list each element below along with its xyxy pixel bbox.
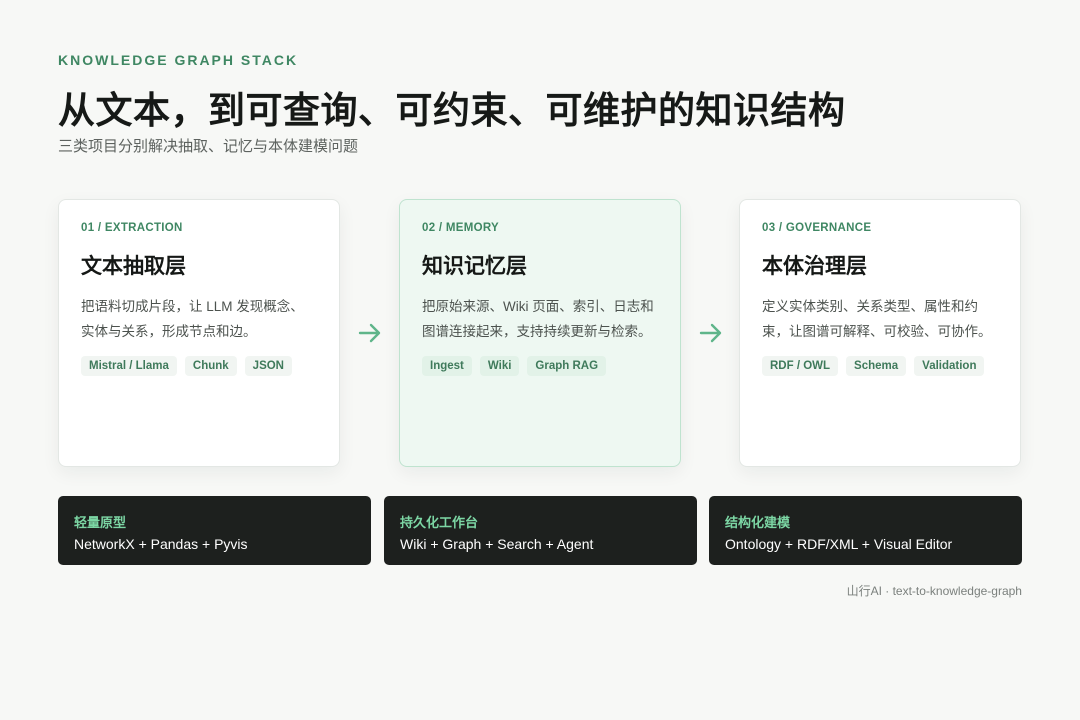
- tag: RDF / OWL: [762, 356, 839, 376]
- card-kicker: 01 / EXTRACTION: [81, 222, 183, 234]
- card-kicker: 03 / GOVERNANCE: [762, 222, 872, 234]
- tag: Mistral / Llama: [81, 356, 177, 376]
- page-subtitle: 三类项目分别解决抽取、记忆与本体建模问题: [58, 138, 359, 155]
- card-title: 文本抽取层: [81, 255, 186, 278]
- tag: Chunk: [184, 356, 237, 376]
- tag-list: Mistral / Llama Chunk JSON: [81, 356, 317, 376]
- card-memory: 02 / MEMORY 知识记忆层 把原始来源、Wiki 页面、索引、日志和图谱…: [399, 199, 681, 467]
- card-description: 把语料切成片段，让 LLM 发现概念、实体与关系，形成节点和边。: [81, 299, 304, 339]
- card-description: 把原始来源、Wiki 页面、索引、日志和图谱连接起来，支持持续更新与检索。: [422, 299, 654, 339]
- stack-bar-prototype: 轻量原型 NetworkX + Pandas + Pyvis: [58, 496, 371, 565]
- card-extraction: 01 / EXTRACTION 文本抽取层 把语料切成片段，让 LLM 发现概念…: [58, 199, 340, 467]
- bar-title: 轻量原型: [74, 515, 127, 530]
- footer-credit: 山行AI · text-to-knowledge-graph: [846, 584, 1022, 598]
- tag: JSON: [244, 356, 292, 376]
- tag: Schema: [846, 356, 907, 376]
- tag: Ingest: [422, 356, 472, 376]
- stack-bar-modeling: 结构化建模 Ontology + RDF/XML + Visual Editor: [709, 496, 1022, 565]
- bar-text: Ontology + RDF/XML + Visual Editor: [725, 536, 953, 552]
- tag: Graph RAG: [527, 356, 607, 376]
- arrow-right-icon: [358, 323, 381, 343]
- card-governance: 03 / GOVERNANCE 本体治理层 定义实体类别、关系类型、属性和约束，…: [739, 199, 1021, 467]
- tag: Validation: [914, 356, 985, 376]
- bar-text: Wiki + Graph + Search + Agent: [400, 536, 594, 552]
- card-title: 本体治理层: [762, 255, 867, 278]
- bar-title: 持久化工作台: [400, 515, 479, 530]
- tag-list: RDF / OWL Schema Validation: [762, 356, 998, 376]
- bar-text: NetworkX + Pandas + Pyvis: [74, 536, 248, 552]
- bar-title: 结构化建模: [725, 515, 791, 530]
- card-title: 知识记忆层: [422, 255, 527, 278]
- arrow-right-icon: [699, 323, 722, 343]
- tag-list: Ingest Wiki Graph RAG: [422, 356, 658, 376]
- tag: Wiki: [479, 356, 520, 376]
- card-kicker: 02 / MEMORY: [422, 222, 499, 234]
- card-description: 定义实体类别、关系类型、属性和约束，让图谱可解释、可校验、可协作。: [762, 299, 992, 339]
- stack-bar-workbench: 持久化工作台 Wiki + Graph + Search + Agent: [384, 496, 697, 565]
- page-title: 从文本，到可查询、可约束、可维护的知识结构: [58, 90, 846, 131]
- eyebrow: KNOWLEDGE GRAPH STACK: [58, 52, 299, 68]
